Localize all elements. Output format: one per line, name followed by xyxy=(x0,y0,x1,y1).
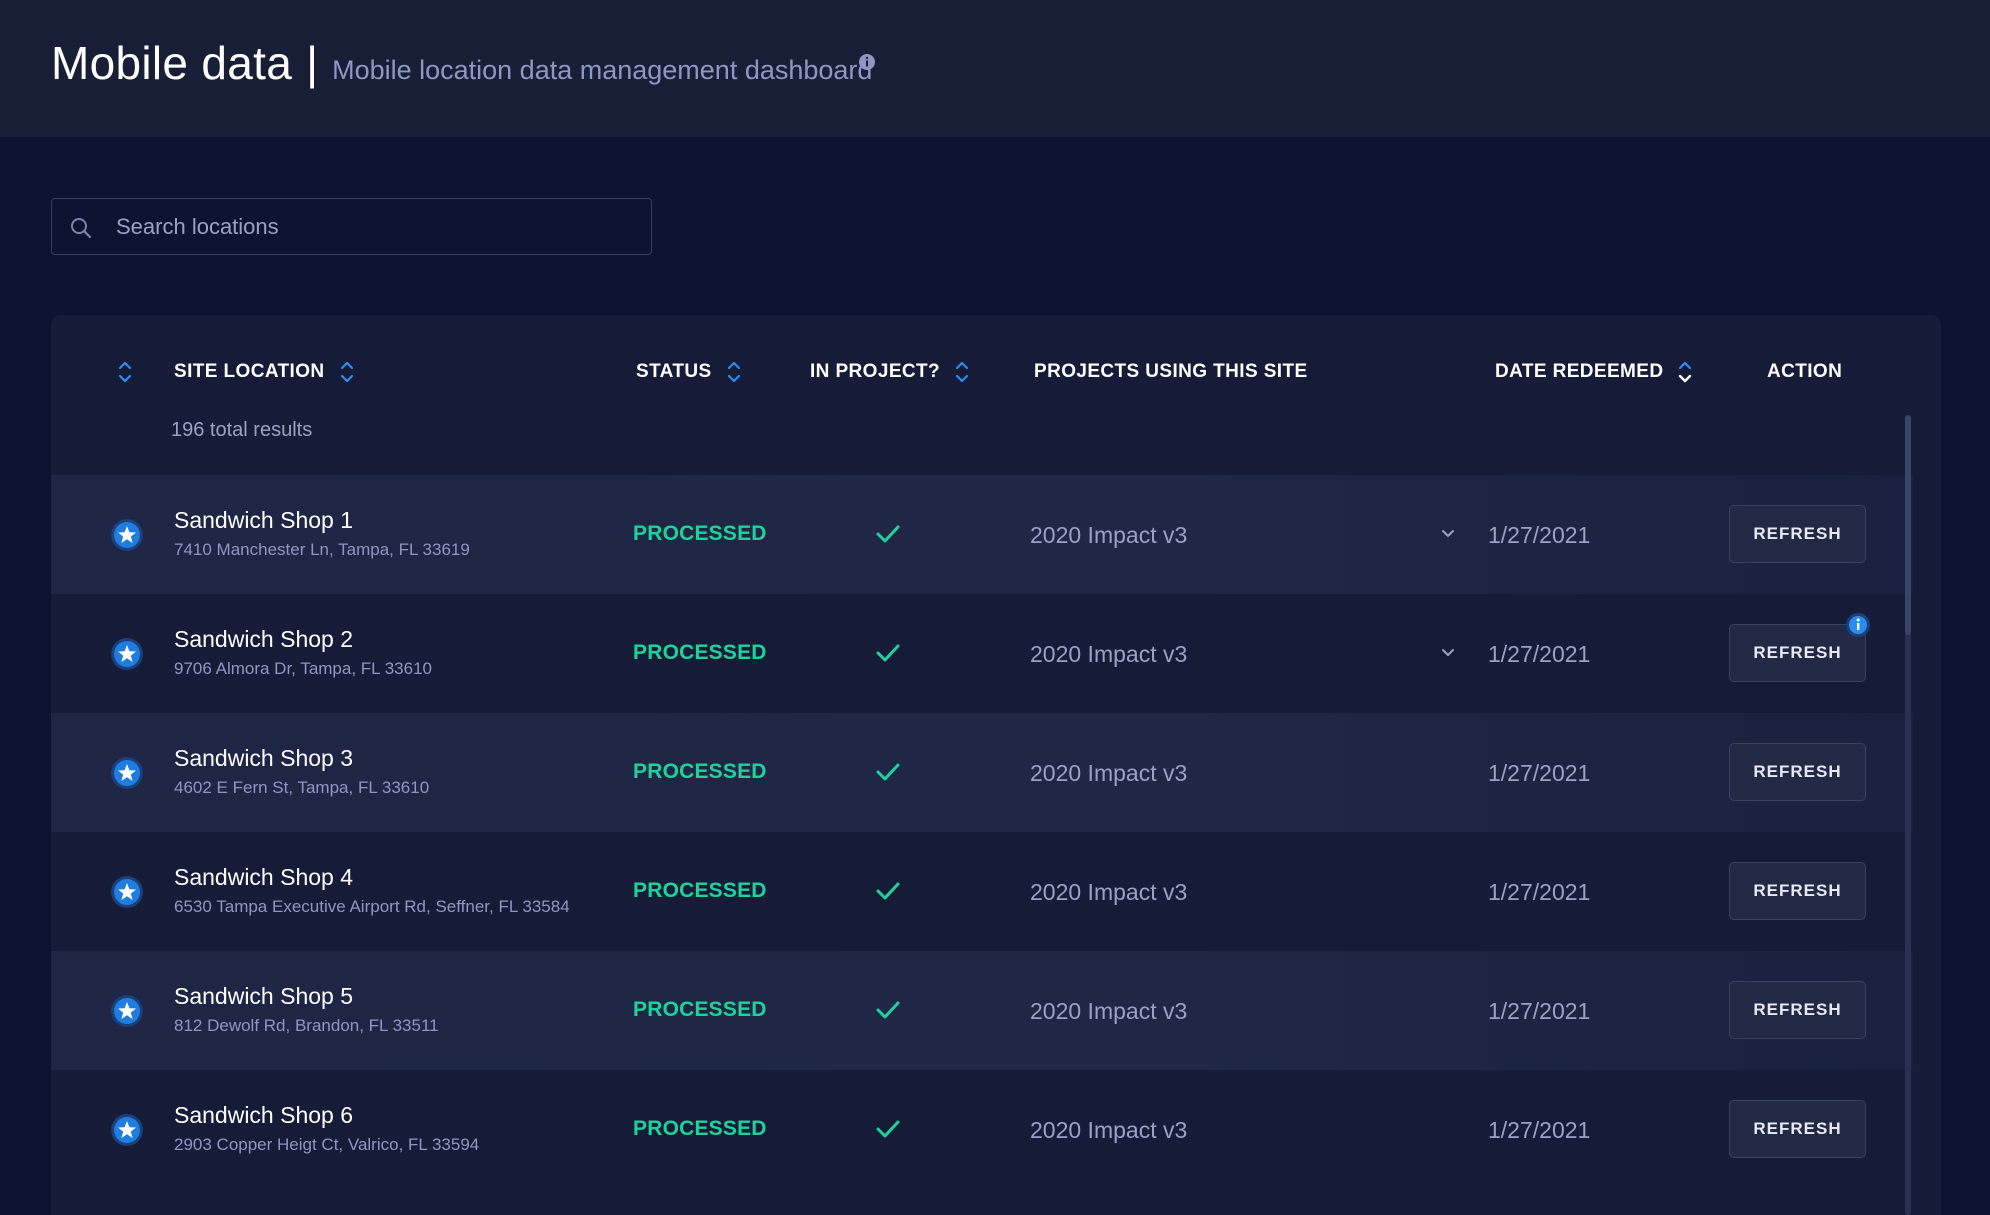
check-icon xyxy=(876,644,900,662)
check-icon xyxy=(876,1120,900,1138)
sort-arrows-icon[interactable] xyxy=(117,358,133,386)
column-header-label: ACTION xyxy=(1767,361,1843,382)
column-header-in-project[interactable]: IN PROJECT? xyxy=(810,355,970,389)
search-input[interactable] xyxy=(116,199,636,254)
star-badge-icon[interactable] xyxy=(110,875,144,909)
status-badge: PROCESSED xyxy=(633,641,767,664)
sort-arrows-icon[interactable] xyxy=(339,358,355,386)
site-name[interactable]: Sandwich Shop 4 xyxy=(174,864,353,891)
site-address: 812 Dewolf Rd, Brandon, FL 33511 xyxy=(174,1016,439,1035)
project-name: 2020 Impact v3 xyxy=(1030,998,1188,1024)
table-row[interactable]: Sandwich Shop 2 9706 Almora Dr, Tampa, F… xyxy=(51,594,1913,713)
check-icon xyxy=(876,882,900,900)
site-address: 6530 Tampa Executive Airport Rd, Seffner… xyxy=(174,897,570,916)
site-name[interactable]: Sandwich Shop 1 xyxy=(174,507,353,534)
chevron-down-icon[interactable] xyxy=(1440,647,1456,659)
sort-arrows-icon[interactable] xyxy=(1677,358,1693,386)
column-header-label: DATE REDEEMED xyxy=(1495,361,1664,382)
star-badge-icon[interactable] xyxy=(110,1113,144,1147)
scrollbar[interactable] xyxy=(1905,415,1911,1215)
refresh-button[interactable]: REFRESH xyxy=(1729,862,1866,920)
status-badge: PROCESSED xyxy=(633,1117,767,1140)
scrollbar-thumb[interactable] xyxy=(1905,415,1911,635)
status-badge: PROCESSED xyxy=(633,522,767,545)
check-icon xyxy=(876,763,900,781)
column-header-label: PROJECTS USING THIS SITE xyxy=(1034,361,1308,382)
site-name[interactable]: Sandwich Shop 3 xyxy=(174,745,353,772)
refresh-button[interactable]: REFRESH xyxy=(1729,505,1866,563)
site-name[interactable]: Sandwich Shop 2 xyxy=(174,626,353,653)
status-badge: PROCESSED xyxy=(633,879,767,902)
check-icon xyxy=(876,525,900,543)
site-name[interactable]: Sandwich Shop 5 xyxy=(174,983,353,1010)
locations-table: SITE LOCATION STATUS IN PROJECT? PROJECT… xyxy=(51,315,1941,1215)
page-title: Mobile data xyxy=(51,37,293,89)
site-address: 7410 Manchester Ln, Tampa, FL 33619 xyxy=(174,540,470,559)
check-icon xyxy=(876,1001,900,1019)
column-header-action: ACTION xyxy=(1767,355,1842,389)
chevron-down-icon[interactable] xyxy=(1440,528,1456,540)
site-name[interactable]: Sandwich Shop 6 xyxy=(174,1102,353,1129)
project-name: 2020 Impact v3 xyxy=(1030,1117,1188,1143)
project-name: 2020 Impact v3 xyxy=(1030,641,1188,667)
project-name: 2020 Impact v3 xyxy=(1030,760,1188,786)
site-address: 9706 Almora Dr, Tampa, FL 33610 xyxy=(174,659,432,678)
sort-arrows-icon[interactable] xyxy=(726,358,742,386)
search-box[interactable] xyxy=(51,198,652,255)
column-header-projects: PROJECTS USING THIS SITE xyxy=(1034,355,1308,389)
title-separator: | xyxy=(306,37,319,89)
table-row[interactable]: Sandwich Shop 5 812 Dewolf Rd, Brandon, … xyxy=(51,951,1913,1070)
table-row[interactable]: Sandwich Shop 6 2903 Copper Heigt Ct, Va… xyxy=(51,1070,1913,1189)
column-header-status[interactable]: STATUS xyxy=(636,355,742,389)
total-results: 196 total results xyxy=(171,419,313,441)
star-badge-icon[interactable] xyxy=(110,518,144,552)
date-redeemed: 1/27/2021 xyxy=(1488,641,1591,667)
info-circle-icon[interactable] xyxy=(1845,612,1871,638)
date-redeemed: 1/27/2021 xyxy=(1488,879,1591,905)
project-name: 2020 Impact v3 xyxy=(1030,879,1188,905)
site-address: 4602 E Fern St, Tampa, FL 33610 xyxy=(174,778,430,797)
column-header-favorite[interactable] xyxy=(117,355,133,389)
column-header-label: STATUS xyxy=(636,361,712,382)
column-header-site-location[interactable]: SITE LOCATION xyxy=(174,355,355,389)
column-header-label: SITE LOCATION xyxy=(174,361,325,382)
star-badge-icon[interactable] xyxy=(110,637,144,671)
column-header-date-redeemed[interactable]: DATE REDEEMED xyxy=(1495,355,1693,389)
page-subtitle: Mobile location data management dashboar… xyxy=(332,55,873,85)
date-redeemed: 1/27/2021 xyxy=(1488,998,1591,1024)
sort-arrows-icon[interactable] xyxy=(954,358,970,386)
refresh-button[interactable]: REFRESH xyxy=(1729,743,1866,801)
date-redeemed: 1/27/2021 xyxy=(1488,760,1591,786)
date-redeemed: 1/27/2021 xyxy=(1488,1117,1591,1143)
date-redeemed: 1/27/2021 xyxy=(1488,522,1591,548)
status-badge: PROCESSED xyxy=(633,760,767,783)
column-header-label: IN PROJECT? xyxy=(810,361,941,382)
table-row[interactable]: Sandwich Shop 3 4602 E Fern St, Tampa, F… xyxy=(51,713,1913,832)
star-badge-icon[interactable] xyxy=(110,756,144,790)
table-row[interactable]: Sandwich Shop 1 7410 Manchester Ln, Tamp… xyxy=(51,475,1913,594)
site-address: 2903 Copper Heigt Ct, Valrico, FL 33594 xyxy=(174,1135,480,1154)
status-badge: PROCESSED xyxy=(633,998,767,1021)
info-circle-icon[interactable] xyxy=(858,53,876,71)
page-header: Mobile data | Mobile location data manag… xyxy=(0,0,1990,137)
refresh-button[interactable]: REFRESH xyxy=(1729,981,1866,1039)
star-badge-icon[interactable] xyxy=(110,994,144,1028)
search-icon xyxy=(71,218,92,239)
table-row[interactable]: Sandwich Shop 4 6530 Tampa Executive Air… xyxy=(51,832,1913,951)
refresh-button[interactable]: REFRESH xyxy=(1729,1100,1866,1158)
project-name: 2020 Impact v3 xyxy=(1030,522,1188,548)
title-group: Mobile data | Mobile location data manag… xyxy=(51,36,872,92)
